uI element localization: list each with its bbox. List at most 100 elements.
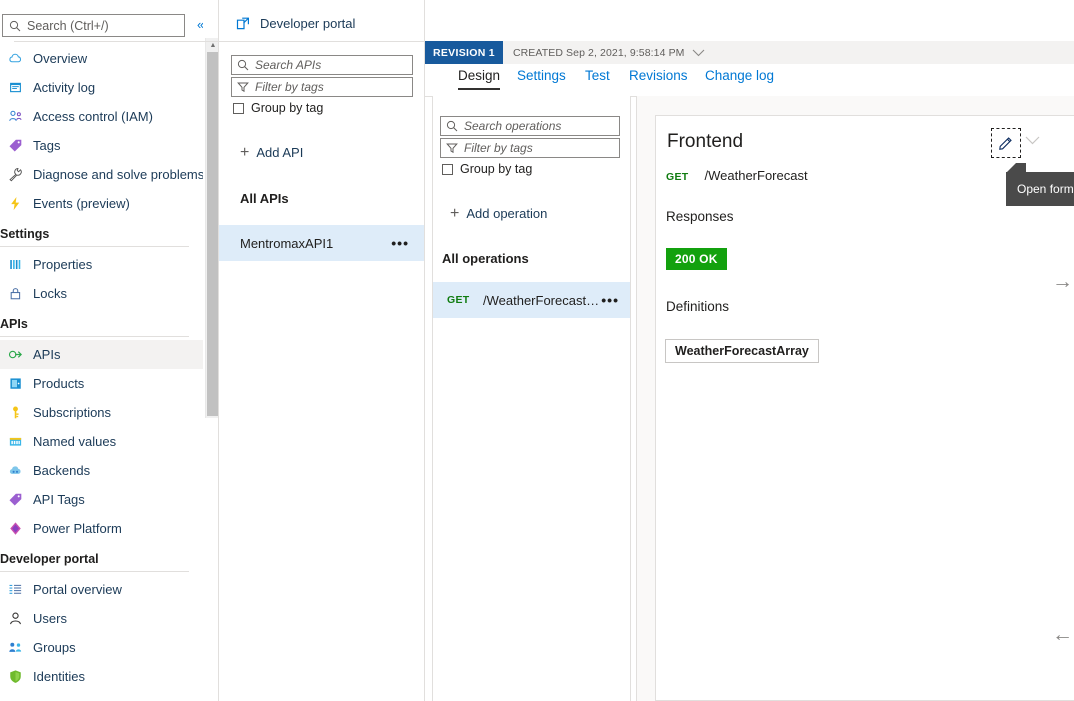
- sidebar-item-label: Groups: [33, 640, 76, 655]
- sidebar-item-properties[interactable]: Properties: [0, 250, 203, 279]
- cloud-icon: [4, 50, 26, 68]
- operations-group-by-tag-checkbox[interactable]: Group by tag: [442, 162, 532, 176]
- add-operation-button[interactable]: + Add operation: [450, 205, 548, 221]
- open-form-based-editor-button[interactable]: [991, 128, 1021, 158]
- nav-search-box[interactable]: [2, 14, 185, 37]
- filter-icon: [237, 81, 249, 93]
- api-search-box[interactable]: [231, 55, 413, 75]
- tab-test[interactable]: Test: [585, 68, 610, 90]
- properties-icon: [4, 256, 26, 274]
- tab-settings[interactable]: Settings: [517, 68, 566, 90]
- api-name: MentromaxAPI1: [240, 235, 334, 251]
- search-icon: [237, 59, 249, 71]
- sidebar-item-groups[interactable]: Groups: [0, 633, 203, 662]
- sidebar-item-label: Users: [33, 611, 67, 626]
- shield-icon: [4, 668, 26, 686]
- nav-section-label: Developer portal: [0, 552, 99, 566]
- nav-scrollbar[interactable]: ▲: [205, 38, 219, 418]
- named-values-icon: [4, 433, 26, 451]
- definition-chip-weatherforecastarray[interactable]: WeatherForecastArray: [665, 339, 819, 363]
- operation-verb: GET: [447, 294, 470, 306]
- sidebar-item-power-platform[interactable]: Power Platform: [0, 514, 203, 543]
- api-group-by-tag-label: Group by tag: [251, 101, 324, 115]
- chevron-down-icon[interactable]: [692, 49, 705, 57]
- api-filter-input[interactable]: [255, 80, 400, 94]
- sidebar-item-label: Portal overview: [33, 582, 122, 597]
- sidebar-item-diagnose-and-solve-problems[interactable]: Diagnose and solve problems: [0, 160, 203, 189]
- nav-section-apis: APIs: [0, 308, 203, 340]
- scroll-right-arrow-icon[interactable]: →: [1052, 271, 1073, 292]
- endpoint-path: /WeatherForecast: [704, 168, 808, 183]
- sidebar-item-tags[interactable]: Tags: [0, 131, 203, 160]
- operations-search-input[interactable]: [464, 119, 609, 133]
- tab-design[interactable]: Design: [458, 68, 501, 90]
- all-apis-header: All APIs: [240, 191, 289, 206]
- sidebar-item-activity-log[interactable]: Activity log: [0, 73, 203, 102]
- tab-revisions[interactable]: Revisions: [629, 68, 688, 90]
- sidebar-item-backends[interactable]: Backends: [0, 456, 203, 485]
- sidebar-item-products[interactable]: Products: [0, 369, 203, 398]
- add-api-button[interactable]: + Add API: [240, 144, 304, 160]
- operations-filter-input[interactable]: [464, 141, 609, 155]
- operations-search-box[interactable]: [440, 116, 620, 136]
- sidebar-item-label: Activity log: [33, 80, 96, 95]
- search-icon: [446, 120, 458, 132]
- all-operations-header: All operations: [442, 251, 529, 266]
- sidebar-item-label: Named values: [33, 434, 117, 449]
- collapse-nav-button[interactable]: «: [197, 16, 203, 34]
- sidebar-item-label: API Tags: [33, 492, 85, 507]
- operation-path: /WeatherForecast…: [483, 292, 600, 308]
- api-list-item-mentromaxapi1[interactable]: MentromaxAPI1 •••: [219, 225, 425, 261]
- products-icon: [4, 375, 26, 393]
- azure-api-management-screen: « Overview Activity log Access control (IA…: [0, 0, 1074, 701]
- definitions-section-title: Definitions: [666, 299, 730, 314]
- nav-section-developer-portal: Developer portal: [0, 543, 203, 575]
- add-api-label: Add API: [256, 145, 304, 160]
- sidebar-item-access-control-iam-[interactable]: Access control (IAM): [0, 102, 203, 131]
- search-icon: [9, 20, 21, 32]
- developer-portal-link-label: Developer portal: [260, 16, 356, 31]
- checkbox-box[interactable]: [442, 163, 453, 175]
- groups-icon: [4, 639, 26, 657]
- nav-search-input[interactable]: [27, 18, 177, 33]
- chevron-down-icon[interactable]: [1025, 136, 1040, 145]
- operations-list-pane: [433, 96, 631, 701]
- add-operation-label: Add operation: [466, 206, 548, 221]
- checkbox-box[interactable]: [233, 102, 244, 114]
- sidebar-item-api-tags[interactable]: API Tags: [0, 485, 203, 514]
- sidebar-item-label: Tags: [33, 138, 61, 153]
- sidebar-item-locks[interactable]: Locks: [0, 279, 203, 308]
- operations-filter-box[interactable]: [440, 138, 620, 158]
- api-group-by-tag-checkbox[interactable]: Group by tag: [233, 101, 323, 115]
- sidebar-item-portal-overview[interactable]: Portal overview: [0, 575, 203, 604]
- api-search-input[interactable]: [255, 58, 400, 72]
- sidebar-item-label: Backends: [33, 463, 91, 478]
- sidebar-item-identities[interactable]: Identities: [0, 662, 203, 691]
- sidebar-item-users[interactable]: Users: [0, 604, 203, 633]
- detail-pane-left-divider: [636, 96, 637, 701]
- api-tags-icon: [4, 491, 26, 509]
- developer-portal-link[interactable]: Developer portal: [236, 16, 355, 31]
- operation-overflow-menu[interactable]: •••: [601, 293, 619, 307]
- operations-group-by-tag-label: Group by tag: [460, 162, 533, 176]
- nav-section-label: Settings: [0, 227, 50, 241]
- user-icon: [4, 610, 26, 628]
- power-platform-icon: [4, 520, 26, 538]
- scroll-left-arrow-icon[interactable]: ←: [1052, 624, 1073, 645]
- operation-list-item-weatherforecast[interactable]: GET /WeatherForecast… •••: [433, 282, 631, 318]
- api-overflow-menu[interactable]: •••: [391, 236, 409, 250]
- sidebar-item-label: Properties: [33, 257, 93, 272]
- wrench-icon: [4, 166, 26, 184]
- sidebar-item-events-preview-[interactable]: Events (preview): [0, 189, 203, 218]
- sidebar-item-subscriptions[interactable]: Subscriptions: [0, 398, 203, 427]
- sidebar-item-named-values[interactable]: Named values: [0, 427, 203, 456]
- sidebar-item-label: Power Platform: [33, 521, 122, 536]
- api-filter-box[interactable]: [231, 77, 413, 97]
- tab-change-log[interactable]: Change log: [705, 68, 774, 90]
- status-badge[interactable]: 200 OK: [666, 248, 727, 270]
- nav-item-list: Overview Activity log Access control (IAM)…: [0, 44, 203, 691]
- sidebar-item-label: Products: [33, 376, 85, 391]
- sidebar-item-apis[interactable]: APIs: [0, 340, 203, 369]
- sidebar-item-overview[interactable]: Overview: [0, 44, 203, 73]
- left-navigation-pane: « Overview Activity log Access control (IA…: [0, 0, 203, 701]
